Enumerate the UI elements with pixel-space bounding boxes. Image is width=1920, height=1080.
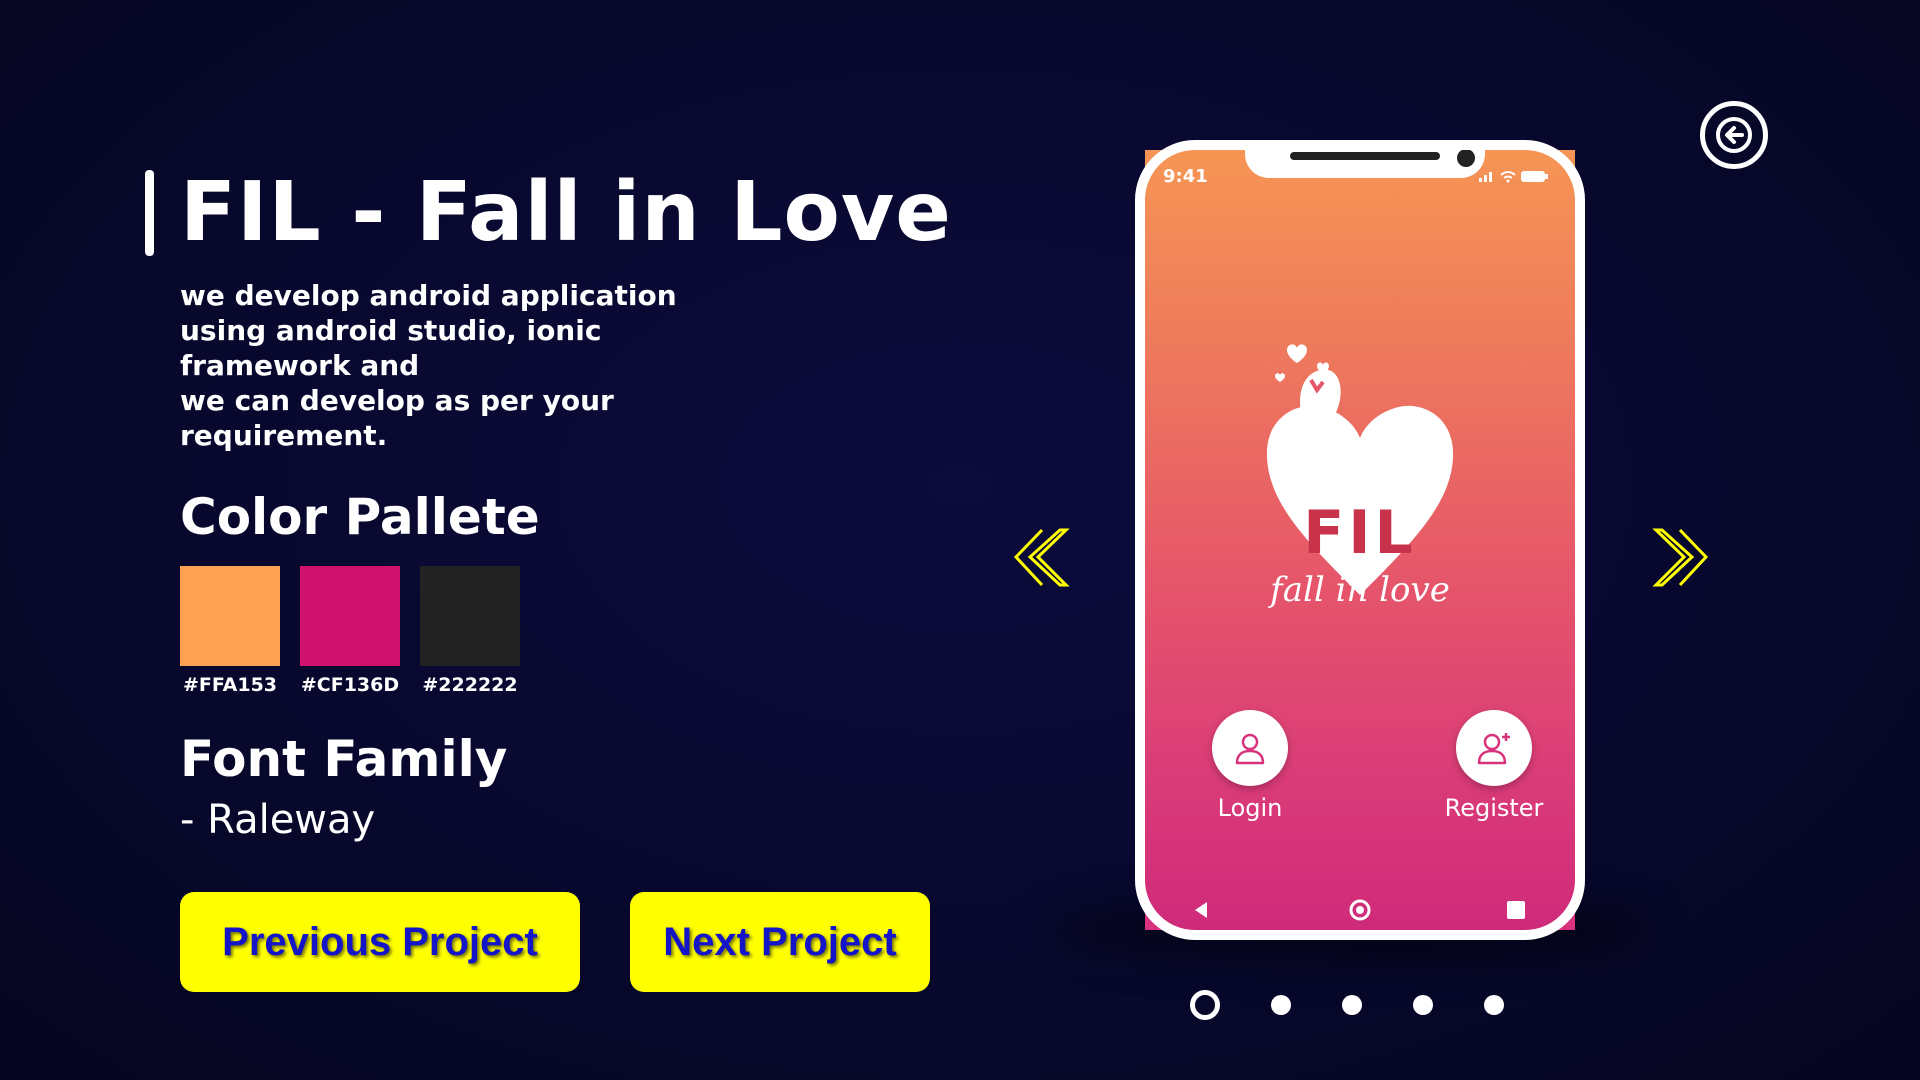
next-project-button[interactable]: Next Project <box>630 892 930 992</box>
swatch-box-dark <box>420 566 520 666</box>
user-icon <box>1235 733 1265 765</box>
signal-wifi-battery-icon <box>1479 171 1548 183</box>
previous-project-button[interactable]: Previous Project <box>180 892 580 992</box>
carousel-next-button[interactable] <box>1650 525 1710 590</box>
register-label: Register <box>1444 794 1544 822</box>
color-palette: #FFA153 #CF136D #222222 <box>180 566 520 696</box>
project-description: we develop android application using and… <box>180 279 677 452</box>
palette-heading: Color Pallete <box>180 488 540 546</box>
carousel-dot-1[interactable] <box>1190 990 1220 1020</box>
logo-subtitle: fall in love <box>1270 570 1450 610</box>
color-swatch: #CF136D <box>300 566 400 696</box>
carousel-dot-4[interactable] <box>1413 995 1433 1015</box>
swatch-label: #FFA153 <box>182 674 278 696</box>
color-swatch: #FFA153 <box>180 566 280 696</box>
system-nav-bar <box>1145 890 1575 930</box>
color-swatch: #222222 <box>420 566 520 696</box>
carousel-dots <box>1190 990 1504 1020</box>
status-icons <box>1479 168 1549 187</box>
carousel-dot-2[interactable] <box>1271 995 1291 1015</box>
login-button[interactable] <box>1212 710 1288 786</box>
register-action[interactable]: Register <box>1429 710 1559 822</box>
login-label: Login <box>1217 794 1283 822</box>
back-button[interactable] <box>1700 101 1768 169</box>
nav-recents-icon <box>1507 901 1525 919</box>
swatch-label: #CF136D <box>300 674 400 696</box>
chevron-left-icon <box>1013 528 1070 587</box>
user-plus-icon <box>1477 733 1510 765</box>
title-accent-bar <box>145 170 154 256</box>
font-name: - Raleway <box>180 797 376 843</box>
back-arrow-icon <box>1716 117 1752 153</box>
login-action[interactable]: Login <box>1185 710 1315 822</box>
carousel-prev-button[interactable] <box>1012 525 1072 590</box>
chevron-right-icon <box>1652 528 1709 587</box>
swatch-box-pink <box>300 566 400 666</box>
phone-speaker <box>1290 152 1440 160</box>
logo-fil-text: FIL <box>1303 498 1417 568</box>
swatch-box-orange <box>180 566 280 666</box>
nav-back-icon <box>1195 902 1207 918</box>
swatch-label: #222222 <box>422 674 518 696</box>
font-heading: Font Family <box>180 730 508 788</box>
phone-camera <box>1457 150 1475 167</box>
status-time: 9:41 <box>1163 166 1208 187</box>
phone-notch <box>1245 150 1485 178</box>
carousel-dot-3[interactable] <box>1342 995 1362 1015</box>
app-logo: FIL fall in love <box>1245 320 1475 610</box>
register-button[interactable] <box>1456 710 1532 786</box>
phone-mockup: 9:41 FIL fall in love Login Register <box>1135 140 1585 940</box>
project-title: FIL - Fall in Love <box>180 165 952 260</box>
carousel-dot-5[interactable] <box>1484 995 1504 1015</box>
